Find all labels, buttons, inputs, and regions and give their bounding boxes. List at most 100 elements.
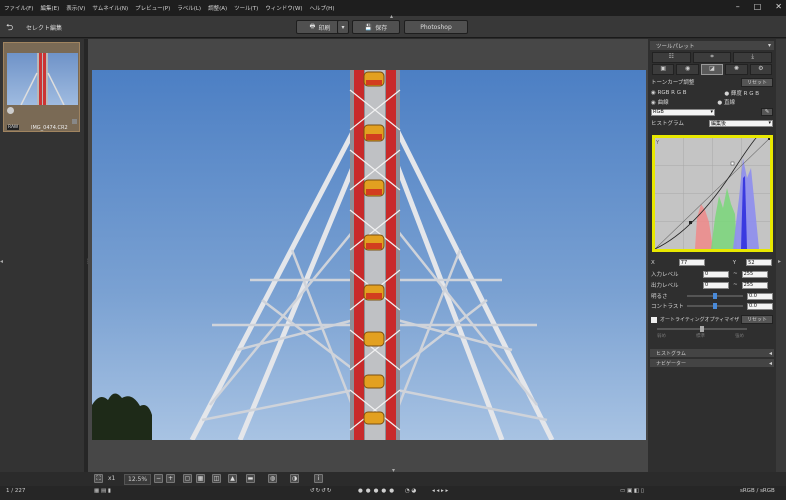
thumbnail-card[interactable]: RAW IMG_0474.CR2 xyxy=(3,42,80,132)
contrast-slider[interactable] xyxy=(687,303,743,309)
y-label: Y xyxy=(732,259,737,266)
channel-select[interactable]: RGB ▾ xyxy=(651,108,715,116)
menu-tools[interactable]: ツール(T) xyxy=(234,4,258,12)
save-icon: 💾 xyxy=(364,23,373,31)
output-level-high[interactable]: 255 xyxy=(741,281,768,289)
fit-icon[interactable]: ⛶ xyxy=(94,474,103,483)
grid-icon[interactable]: ▦ xyxy=(196,474,205,483)
alo-slider[interactable] xyxy=(657,326,747,332)
zoom-100-button[interactable]: x1 xyxy=(108,475,115,482)
x-label: X xyxy=(651,259,655,266)
alo-standard-label: 標準 xyxy=(696,334,705,339)
eyedropper-button[interactable]: ✎ xyxy=(761,108,773,116)
highlight-warning-icon[interactable]: ▲ xyxy=(228,474,237,483)
picture-icon: ▣ xyxy=(660,65,667,72)
radio-curve[interactable]: ◉ 曲線 xyxy=(651,98,669,106)
download-icon: ⤓ xyxy=(751,53,754,60)
raw-badge: RAW xyxy=(7,125,20,130)
layout-icon[interactable]: ▦ ▤ ▮ xyxy=(94,488,111,494)
menu-view[interactable]: 表示(V) xyxy=(66,4,85,12)
tab-export[interactable]: ⤓ xyxy=(733,52,773,63)
toolbar: ⮌ セレクト編集 🖶 印刷 ▾ 💾 保存 Photoshop ▴ xyxy=(0,13,786,38)
photoshop-button[interactable]: Photoshop xyxy=(404,20,468,34)
check-mark-icon[interactable] xyxy=(7,107,14,114)
collapse-right-icon[interactable]: ▸ xyxy=(778,258,781,265)
maximize-icon[interactable]: □ xyxy=(754,2,762,11)
back-icon[interactable]: ⮌ xyxy=(6,20,13,36)
camera-icon: ◉ xyxy=(684,65,691,72)
alo-reset-button[interactable]: リセット xyxy=(740,315,773,324)
eyedropper-icon: ✎ xyxy=(764,109,770,115)
menu-file[interactable]: ファイル(F) xyxy=(4,4,33,12)
input-level-low[interactable]: 0 xyxy=(703,270,729,278)
crop-icon: ⌗ xyxy=(710,53,714,60)
label-icons[interactable]: ◂ ◂ ▸ ▸ xyxy=(432,488,448,494)
rating-stars[interactable]: ●●●●● xyxy=(358,488,397,494)
menu-thumbnail[interactable]: サムネイル(N) xyxy=(92,4,128,12)
input-level-label: 入力レベル xyxy=(651,272,679,278)
palette-header[interactable]: ツールパレット ▾ xyxy=(650,41,774,50)
compare-icon[interactable]: ◫ xyxy=(212,474,221,483)
thumbnail-filename: IMG_0474.CR2 xyxy=(31,125,68,131)
navigator-panel-header[interactable]: ナビゲーター ◂ xyxy=(650,359,774,367)
collapse-bottom-icon[interactable]: ▾ xyxy=(392,467,395,474)
menu-help[interactable]: ヘルプ(H) xyxy=(310,4,335,12)
brightness-slider[interactable] xyxy=(687,293,743,299)
x-input[interactable]: 77 xyxy=(678,259,705,266)
tab-picture-style[interactable]: ▣ xyxy=(652,64,675,75)
zoom-out-icon[interactable]: − xyxy=(154,474,163,483)
tab-color[interactable]: ✺ xyxy=(725,64,748,75)
preview-image[interactable] xyxy=(92,70,646,440)
alo-checkbox[interactable] xyxy=(651,316,657,323)
zoom-in-icon[interactable]: + xyxy=(166,474,175,483)
tone-curve-graph[interactable]: Y xyxy=(652,126,773,252)
zoom-select[interactable]: 12.5% xyxy=(124,474,152,485)
output-level-low[interactable]: 0 xyxy=(703,281,729,289)
alo-slider-knob[interactable] xyxy=(700,326,704,332)
minimize-icon[interactable]: – xyxy=(736,2,740,11)
radio-rgb[interactable]: ◉ RGB R G B xyxy=(651,90,687,96)
triangle-down-icon: ▾ xyxy=(341,23,345,31)
menu-adjust[interactable]: 調整(A) xyxy=(208,4,227,12)
thumbnail-image xyxy=(7,53,78,105)
input-level-high[interactable]: 255 xyxy=(741,270,768,278)
triangle-left-icon: ◂ xyxy=(768,349,772,357)
af-point-icon[interactable]: ▢ xyxy=(183,474,192,483)
collapse-top-icon[interactable]: ▴ xyxy=(390,13,393,20)
tab-settings[interactable]: ⚙ xyxy=(749,64,773,75)
radio-linear[interactable]: ● 直線 xyxy=(717,98,735,106)
histogram-panel-header[interactable]: ヒストグラム ◂ xyxy=(650,349,774,357)
check-marks-icon[interactable]: ◔ ◕ xyxy=(405,488,416,494)
menu-preview[interactable]: プレビュー(P) xyxy=(135,4,170,12)
tab-crop[interactable]: ⌗ xyxy=(692,52,732,63)
tab-tone-curve[interactable]: ◪ xyxy=(700,64,724,75)
menu-label[interactable]: ラベル(L) xyxy=(177,4,201,12)
tab-camera[interactable]: ◉ xyxy=(676,64,699,75)
tab-basic[interactable]: ☷ xyxy=(652,52,691,63)
print-dropdown[interactable]: ▾ xyxy=(337,20,349,34)
contrast-input[interactable]: 0.0 xyxy=(747,302,773,310)
y-input[interactable]: 52 xyxy=(746,259,773,266)
window-controls: – □ ✕ xyxy=(736,0,782,12)
brightness-slider-knob[interactable] xyxy=(713,293,717,299)
menu-window[interactable]: ウィンドウ(W) xyxy=(265,4,302,12)
save-button[interactable]: 💾 保存 xyxy=(352,20,400,34)
histogram-mode-select[interactable]: 編集後 ▾ xyxy=(709,119,773,127)
close-icon[interactable]: ✕ xyxy=(775,2,782,11)
collapse-left-icon[interactable]: ◂ xyxy=(0,258,3,265)
contrast-label: コントラスト xyxy=(651,304,684,310)
info-icon[interactable]: i xyxy=(314,474,323,483)
brightness-input[interactable]: 0.0 xyxy=(747,292,773,300)
before-after-icon[interactable]: ◑ xyxy=(290,474,299,483)
panel-toggle-icons[interactable]: ▭ ▣ ◧ ▯ xyxy=(620,488,644,494)
radio-luminance[interactable]: ● 輝度 R G B xyxy=(724,89,759,97)
palette-tabs-row2: ▣ ◉ ◪ ✺ ⚙ xyxy=(652,64,773,75)
brightness-label: 明るさ xyxy=(651,294,668,300)
menu-edit[interactable]: 編集(E) xyxy=(40,4,59,12)
color-mode-icon[interactable]: ◍ xyxy=(268,474,277,483)
reset-button[interactable]: リセット xyxy=(740,77,773,87)
rotate-icons[interactable]: ↺↻↺↻ xyxy=(310,488,332,494)
right-panel-scrollbar[interactable] xyxy=(776,39,786,472)
contrast-slider-knob[interactable] xyxy=(713,303,717,309)
view-mode-icon[interactable]: ▬ xyxy=(246,474,255,483)
